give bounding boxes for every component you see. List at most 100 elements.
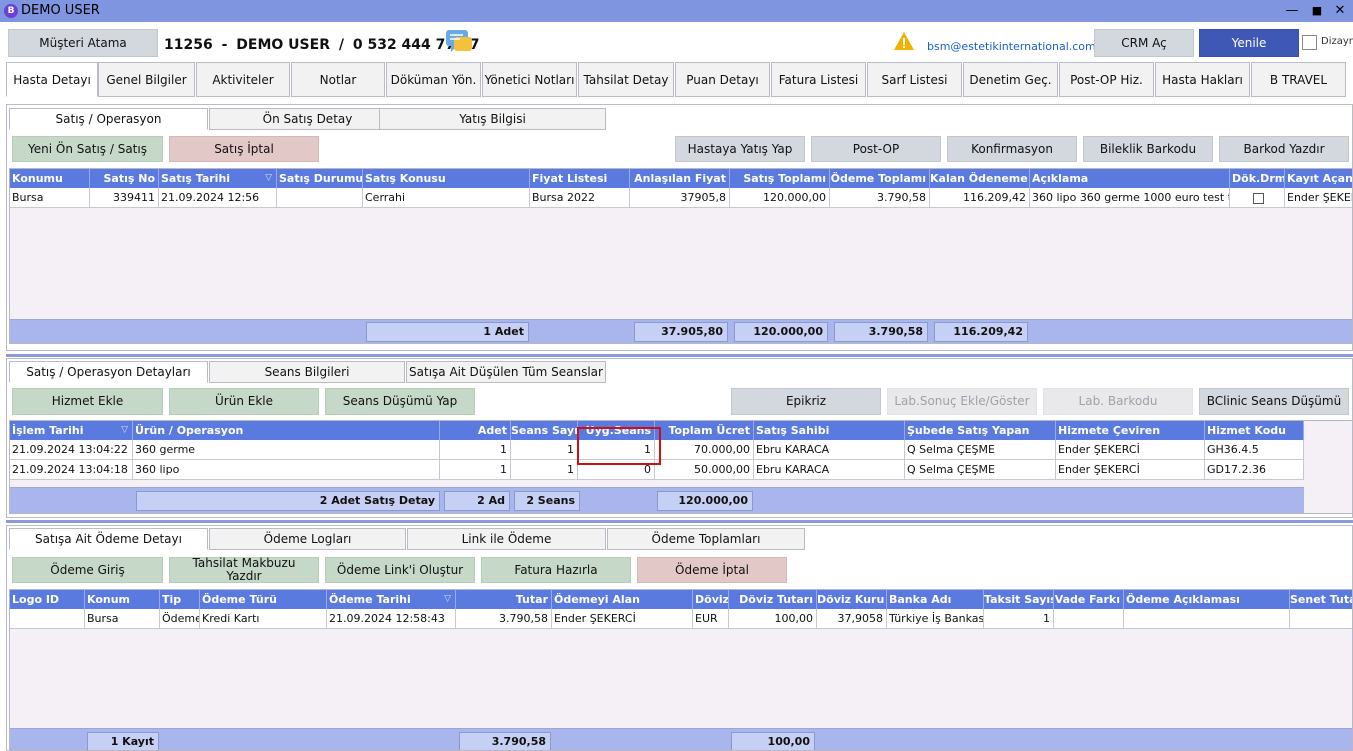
payGrid-header-14[interactable]: Senet Tutarı xyxy=(1290,590,1352,609)
tab-main-13[interactable]: B TRAVEL xyxy=(1251,62,1346,97)
bclinic-session-button[interactable]: BClinic Seans Düşümü xyxy=(1199,388,1349,415)
customer-assign-button[interactable]: Müşteri Atama xyxy=(8,29,158,57)
tab-main-1[interactable]: Genel Bilgiler xyxy=(98,62,195,97)
salesGrid-header-3[interactable]: Satış Durumu xyxy=(277,169,363,188)
detailGrid-header-5[interactable]: Toplam Ücret xyxy=(655,421,754,440)
detailGrid-header-9[interactable]: Hizmet Kodu xyxy=(1205,421,1304,440)
cancel-payment-button[interactable]: Ödeme İptal xyxy=(637,557,787,583)
sort-filter-icon[interactable]: ▽ xyxy=(444,590,451,609)
admit-patient-button[interactable]: Hastaya Yatış Yap xyxy=(675,136,805,162)
payGrid-header-3[interactable]: Ödeme Türü xyxy=(200,590,327,609)
payment-entry-button[interactable]: Ödeme Giriş xyxy=(12,557,163,583)
sort-filter-icon[interactable]: ▽ xyxy=(265,169,272,188)
new-sale-button[interactable]: Yeni Ön Satış / Satış xyxy=(12,136,163,162)
salesGrid-header-12[interactable]: Kayıt Açan xyxy=(1285,169,1352,188)
salesGrid-header-9[interactable]: Kalan Ödeneme xyxy=(930,169,1030,188)
salesTabs-tab-2[interactable]: Yatış Bilgisi xyxy=(379,108,606,130)
payTabs-tab-2[interactable]: Link ile Ödeme xyxy=(407,528,606,550)
tab-main-12[interactable]: Hasta Hakları xyxy=(1155,62,1250,97)
tab-main-0[interactable]: Hasta Detayı xyxy=(6,62,98,97)
epikriz-button[interactable]: Epikriz xyxy=(731,388,881,415)
payTabs-tab-1[interactable]: Ödeme Logları xyxy=(209,528,406,550)
salesGrid-header-2[interactable]: Satış Tarihi ▽ xyxy=(159,169,277,188)
tab-main-2[interactable]: Aktiviteler xyxy=(196,62,290,97)
detailTabs-tab-0[interactable]: Satış / Operasyon Detayları xyxy=(9,361,208,383)
detailGrid-header-8[interactable]: Hizmete Çeviren xyxy=(1056,421,1205,440)
tab-main-8[interactable]: Fatura Listesi xyxy=(771,62,866,97)
confirmation-button[interactable]: Konfirmasyon xyxy=(947,136,1077,162)
sales-footer-total: 120.000,00 xyxy=(734,322,828,342)
doc-status-checkbox[interactable] xyxy=(1252,192,1264,204)
tab-main-6[interactable]: Tahsilat Detay xyxy=(578,62,674,97)
payTabs-tab-0[interactable]: Satışa Ait Ödeme Detayı xyxy=(9,528,208,550)
salesGrid-cell: Bursa 2022 xyxy=(530,188,630,208)
tab-main-5[interactable]: Yönetici Notları xyxy=(482,62,577,97)
detailGrid-header-3[interactable]: Seans Sayısı xyxy=(511,421,578,440)
cancel-sale-button[interactable]: Satış İptal xyxy=(169,136,319,162)
payGrid-header-12[interactable]: Vade Farkı xyxy=(1054,590,1124,609)
minimize-icon[interactable]: — xyxy=(1280,1,1304,21)
salesGrid-header-10[interactable]: Açıklama xyxy=(1030,169,1230,188)
lab-result-button[interactable]: Lab.Sonuç Ekle/Göster xyxy=(887,388,1037,415)
payGrid-header-9[interactable]: Döviz Kuru xyxy=(817,590,887,609)
print-receipt-button[interactable]: Tahsilat Makbuzu Yazdır xyxy=(169,557,319,583)
payGrid-cell: EUR xyxy=(693,609,729,629)
prepare-invoice-button[interactable]: Fatura Hazırla xyxy=(481,557,631,583)
maximize-icon[interactable]: ■ xyxy=(1305,1,1329,21)
tab-main-10[interactable]: Denetim Geç. xyxy=(963,62,1058,97)
salesTabs-tab-0[interactable]: Satış / Operasyon xyxy=(9,108,208,130)
detailTabs-tab-1[interactable]: Seans Bilgileri xyxy=(209,361,405,383)
payGrid-header-8[interactable]: Döviz Tutarı xyxy=(729,590,817,609)
print-barcode-button[interactable]: Barkod Yazdır xyxy=(1219,136,1349,162)
salesGrid-header-8[interactable]: Ödeme Toplamı xyxy=(830,169,930,188)
detailTabs-tab-2[interactable]: Satışa Ait Düşülen Tüm Seanslar xyxy=(406,361,606,383)
crm-open-button[interactable]: CRM Aç xyxy=(1094,29,1194,57)
sort-filter-icon[interactable]: ▽ xyxy=(121,421,128,440)
close-icon[interactable]: ✕ xyxy=(1328,1,1352,21)
lab-barcode-button[interactable]: Lab. Barkodu xyxy=(1043,388,1193,415)
detailGrid-header-1[interactable]: Ürün / Operasyon xyxy=(133,421,440,440)
postop-button[interactable]: Post-OP xyxy=(811,136,941,162)
chat-icon[interactable] xyxy=(445,29,473,58)
payGrid-header-4[interactable]: Ödeme Tarihi ▽ xyxy=(327,590,456,609)
payGrid-header-5[interactable]: Tutar xyxy=(456,590,552,609)
payGrid-header-11[interactable]: Taksit Sayısı xyxy=(984,590,1054,609)
payGrid-header-7[interactable]: Döviz xyxy=(693,590,729,609)
create-payment-link-button[interactable]: Ödeme Link'i Oluştur xyxy=(325,557,475,583)
tab-main-9[interactable]: Sarf Listesi xyxy=(867,62,962,97)
detailGrid-header-7[interactable]: Şubede Satış Yapan xyxy=(905,421,1056,440)
salesGrid-cell xyxy=(1230,188,1285,208)
salesGrid-header-6[interactable]: Anlaşılan Fiyat xyxy=(630,169,730,188)
add-product-button[interactable]: Ürün Ekle xyxy=(169,388,319,415)
payGrid-header-0[interactable]: Logo ID xyxy=(10,590,85,609)
payGrid-header-6[interactable]: Ödemeyi Alan xyxy=(552,590,693,609)
detailGrid-header-2[interactable]: Adet xyxy=(440,421,511,440)
session-drop-button[interactable]: Seans Düşümü Yap xyxy=(325,388,475,415)
detailGrid-header-0[interactable]: İşlem Tarihi ▽ xyxy=(10,421,133,440)
payGrid-header-1[interactable]: Konum xyxy=(85,590,160,609)
payGrid-header-10[interactable]: Banka Adı xyxy=(887,590,984,609)
payGrid-header-2[interactable]: Tip xyxy=(160,590,200,609)
salesGrid-header-4[interactable]: Satış Konusu xyxy=(363,169,530,188)
payGrid-cell: Ender ŞEKERCİ xyxy=(552,609,693,629)
payTabs-tab-3[interactable]: Ödeme Toplamları xyxy=(607,528,805,550)
design-checkbox[interactable] xyxy=(1302,35,1317,50)
add-service-button[interactable]: Hizmet Ekle xyxy=(12,388,163,415)
highlight-box xyxy=(577,427,661,465)
bracelet-barcode-button[interactable]: Bileklik Barkodu xyxy=(1083,136,1213,162)
salesTabs-tab-1[interactable]: Ön Satış Detay xyxy=(209,108,406,130)
refresh-button[interactable]: Yenile xyxy=(1199,29,1299,57)
grid-empty-area xyxy=(1304,421,1352,481)
detailGrid-header-6[interactable]: Satış Sahibi xyxy=(754,421,905,440)
salesGrid-header-5[interactable]: Fiyat Listesi xyxy=(530,169,630,188)
salesGrid-header-0[interactable]: Konumu xyxy=(10,169,90,188)
tab-main-11[interactable]: Post-OP Hiz. xyxy=(1059,62,1154,97)
email-link[interactable]: bsm@estetikinternational.com xyxy=(927,40,1096,53)
payGrid-header-13[interactable]: Ödeme Açıklaması xyxy=(1124,590,1290,609)
salesGrid-header-1[interactable]: Satış No xyxy=(90,169,159,188)
tab-main-7[interactable]: Puan Detayı xyxy=(675,62,770,97)
salesGrid-header-7[interactable]: Satış Toplamı xyxy=(730,169,830,188)
tab-main-3[interactable]: Notlar xyxy=(291,62,385,97)
salesGrid-header-11[interactable]: Dök.Drm xyxy=(1230,169,1285,188)
tab-main-4[interactable]: Döküman Yön. xyxy=(386,62,481,97)
